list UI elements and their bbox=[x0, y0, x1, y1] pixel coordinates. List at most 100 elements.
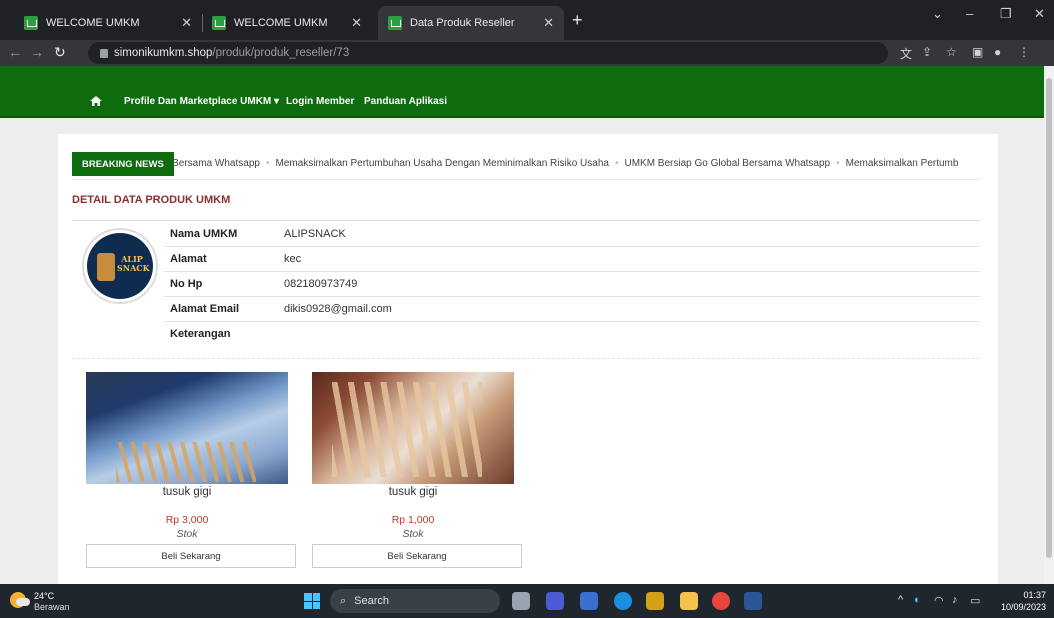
file-explorer-icon[interactable] bbox=[680, 592, 698, 610]
product-photo-detail bbox=[332, 382, 482, 477]
ticker-headline[interactable]: Memaksimalkan Pertumb bbox=[846, 158, 959, 169]
volume-icon[interactable]: ♪ bbox=[952, 594, 958, 606]
info-value: 082180973749 bbox=[284, 278, 358, 290]
weather-cloudy-icon[interactable] bbox=[10, 592, 30, 608]
umkm-favicon-icon bbox=[388, 16, 402, 30]
forward-arrow-icon[interactable]: → bbox=[30, 44, 44, 60]
umkm-info-table: Nama UMKM ALIPSNACK Alamat kec No Hp 082… bbox=[164, 222, 980, 358]
site-top-nav: Profile Dan Marketplace UMKM ▾ Login Mem… bbox=[0, 66, 1044, 118]
nav-login-member[interactable]: Login Member bbox=[286, 96, 354, 107]
windows-start-icon[interactable] bbox=[304, 593, 320, 609]
info-row: Nama UMKM ALIPSNACK bbox=[164, 222, 980, 247]
weather-description[interactable]: Berawan bbox=[34, 602, 70, 612]
info-key: Nama UMKM bbox=[170, 228, 238, 240]
logo-badge: ALIP SNACK bbox=[87, 233, 153, 299]
chrome-icon[interactable] bbox=[712, 592, 730, 610]
home-icon[interactable] bbox=[90, 96, 102, 106]
word-icon[interactable] bbox=[744, 592, 762, 610]
browser-tab[interactable]: WELCOME UMKM ✕ bbox=[14, 6, 202, 40]
search-label: Search bbox=[354, 595, 390, 607]
meet-icon[interactable] bbox=[546, 592, 564, 610]
product-image[interactable] bbox=[86, 372, 288, 484]
url-path: /produk/produk_reseller/73 bbox=[212, 47, 350, 59]
product-price: Rp 1,000 bbox=[391, 514, 435, 526]
tab-search-chevron-icon[interactable]: ⌄ bbox=[932, 6, 943, 22]
back-arrow-icon[interactable]: ← bbox=[8, 44, 22, 60]
breaking-news-bar: BREAKING NEWS bal Bersama Whatsapp • Memak… bbox=[72, 150, 980, 180]
close-tab-icon[interactable]: ✕ bbox=[181, 15, 192, 31]
product-price: Rp 3,000 bbox=[165, 514, 209, 526]
ticker-headline[interactable]: Memaksimalkan Pertumbuhan Usaha Dengan M… bbox=[275, 158, 608, 169]
snack-bag-icon bbox=[97, 253, 115, 281]
browser-tab[interactable]: WELCOME UMKM ✕ bbox=[202, 6, 372, 40]
info-value: ALIPSNACK bbox=[284, 228, 346, 240]
task-view-icon[interactable] bbox=[512, 592, 530, 610]
store-icon[interactable] bbox=[646, 592, 664, 610]
nav-profile-marketplace[interactable]: Profile Dan Marketplace UMKM ▾ bbox=[124, 96, 279, 107]
section-divider bbox=[72, 220, 980, 221]
umkm-favicon-icon bbox=[212, 16, 226, 30]
side-panel-icon[interactable]: ▣ bbox=[972, 45, 983, 59]
edge-browser-icon[interactable] bbox=[614, 592, 632, 610]
translate-icon[interactable]: 文 bbox=[900, 45, 912, 62]
ticker-dot-icon: • bbox=[265, 158, 270, 169]
product-name[interactable]: tusuk gigi bbox=[86, 486, 288, 498]
ticker-dot-icon: • bbox=[614, 158, 619, 169]
nav-panduan-aplikasi[interactable]: Panduan Aplikasi bbox=[364, 96, 447, 107]
breaking-news-label: BREAKING NEWS bbox=[72, 152, 174, 176]
battery-icon[interactable]: ▭ bbox=[970, 594, 980, 607]
menu-kebab-icon[interactable]: ⋮ bbox=[1018, 45, 1030, 59]
tab-title: WELCOME UMKM bbox=[234, 17, 328, 29]
buy-now-button[interactable]: Beli Sekarang bbox=[312, 544, 522, 568]
taskbar-clock[interactable]: 01:37 10/09/2023 bbox=[996, 589, 1046, 613]
ticker-dot-icon: • bbox=[836, 158, 840, 169]
product-name[interactable]: tusuk gigi bbox=[312, 486, 514, 498]
address-bar-row: ← → ↻ simonikumkm.shop/produk/produk_res… bbox=[0, 40, 1054, 66]
minimize-icon[interactable]: – bbox=[966, 6, 973, 21]
info-key: Keterangan bbox=[170, 328, 231, 340]
page-scrollbar[interactable] bbox=[1044, 66, 1054, 584]
tray-chevron-icon[interactable]: ^ bbox=[898, 594, 903, 606]
umkm-logo: ALIP SNACK bbox=[82, 228, 158, 304]
taskbar-search[interactable]: ⌕ Search bbox=[330, 589, 500, 613]
main-content-card: BREAKING NEWS bal Bersama Whatsapp • Memak… bbox=[58, 134, 998, 584]
info-key: No Hp bbox=[170, 278, 203, 290]
umkm-favicon-icon bbox=[24, 16, 38, 30]
product-photo-detail bbox=[116, 442, 256, 482]
ticker-headline[interactable]: UMKM Bersiap Go Global Bersama Whatsapp bbox=[624, 158, 830, 169]
weather-temperature[interactable]: 24°C bbox=[34, 591, 54, 601]
bookmark-star-icon[interactable]: ☆ bbox=[946, 45, 957, 59]
close-window-icon[interactable]: ✕ bbox=[1034, 6, 1045, 22]
new-tab-icon[interactable]: + bbox=[572, 10, 583, 31]
windows-taskbar: 24°C Berawan ⌕ Search ^ ◐ ◠ ♪ ▭ 01:37 10/… bbox=[0, 584, 1054, 618]
clock-time: 01:37 bbox=[1023, 590, 1046, 600]
logo-text: ALIP SNACK bbox=[117, 254, 150, 273]
info-value: dikis0928@gmail.com bbox=[284, 303, 392, 315]
browser-tab-active[interactable]: Data Produk Reseller ✕ bbox=[378, 6, 564, 40]
buy-now-button[interactable]: Beli Sekarang bbox=[86, 544, 296, 568]
tab-title: Data Produk Reseller bbox=[410, 17, 515, 29]
close-tab-icon[interactable]: ✕ bbox=[543, 15, 554, 31]
product-stock: Stok bbox=[402, 528, 424, 540]
wifi-icon[interactable]: ◠ bbox=[934, 594, 944, 607]
section-title: DETAIL DATA PRODUK UMKM bbox=[72, 194, 231, 206]
news-ticker: bal Bersama Whatsapp • Memaksimalkan Pertu… bbox=[156, 158, 958, 169]
info-key: Alamat Email bbox=[170, 303, 240, 315]
profile-icon[interactable]: ● bbox=[994, 45, 1001, 59]
reload-icon[interactable]: ↻ bbox=[54, 44, 66, 61]
share-icon[interactable]: ⇪ bbox=[922, 45, 932, 59]
scrollbar-thumb[interactable] bbox=[1046, 78, 1052, 558]
info-row: Alamat Email dikis0928@gmail.com bbox=[164, 297, 980, 322]
product-image[interactable] bbox=[312, 372, 514, 484]
restore-icon[interactable]: ❐ bbox=[1000, 6, 1012, 22]
app-icon[interactable] bbox=[580, 592, 598, 610]
close-tab-icon[interactable]: ✕ bbox=[351, 15, 362, 31]
info-row: No Hp 082180973749 bbox=[164, 272, 980, 297]
url-host: simonikumkm.shop bbox=[114, 47, 213, 59]
url-input[interactable]: simonikumkm.shop/produk/produk_reseller/… bbox=[88, 42, 888, 64]
lock-icon bbox=[100, 48, 108, 58]
clock-date: 10/09/2023 bbox=[1000, 602, 1046, 612]
tray-app-icon[interactable]: ◐ bbox=[914, 594, 921, 606]
search-icon: ⌕ bbox=[340, 594, 347, 607]
info-row: Alamat kec bbox=[164, 247, 980, 272]
